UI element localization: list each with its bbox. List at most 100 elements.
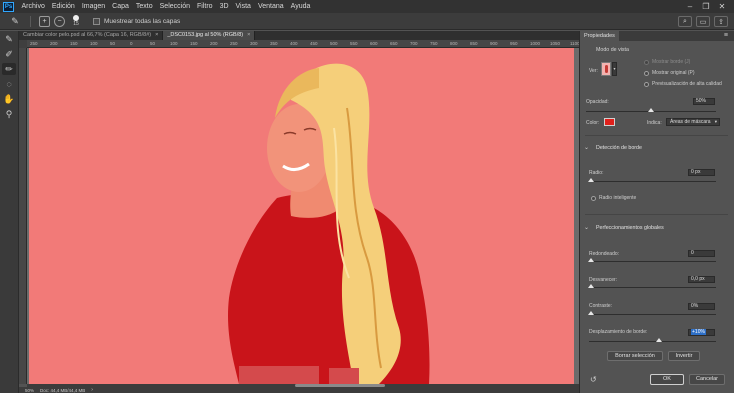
high-quality-preview-checkbox[interactable] (644, 82, 649, 87)
ruler-tick-label: 150 (190, 41, 198, 46)
lasso-icon[interactable]: ◌ (2, 78, 16, 90)
contrast-label: Contraste: (589, 303, 613, 309)
feather-slider-thumb[interactable] (588, 284, 594, 288)
cancel-button[interactable]: Cancelar (689, 374, 725, 385)
edge-detection-heading[interactable]: Detección de borde (596, 145, 642, 151)
smart-radius-checkbox[interactable] (591, 196, 596, 201)
brush-icon[interactable]: ✏ (2, 63, 16, 75)
ruler-tick-label: 400 (290, 41, 298, 46)
quick-selection-brush-icon[interactable]: ✎ (2, 33, 16, 45)
ok-button[interactable]: OK (650, 374, 684, 385)
view-mode-thumbnail[interactable] (601, 62, 611, 76)
shift-edge-slider-thumb[interactable] (656, 338, 662, 342)
shift-edge-input[interactable]: +10% (688, 329, 715, 336)
ruler-tick-label: 350 (270, 41, 278, 46)
opacity-label: Opacidad: (586, 99, 609, 105)
window-controls: – ❐ ✕ (682, 0, 730, 13)
smooth-slider-thumb[interactable] (588, 258, 594, 262)
ruler-tick-label: 1000 (530, 41, 541, 46)
search-icon[interactable]: ⌕ (678, 16, 692, 27)
document-tabs: Cambiar color pelo.psd al 66,7% (Capa 16… (19, 31, 579, 40)
sample-all-layers-checkbox[interactable] (93, 17, 100, 25)
ruler-tick-label: 600 (370, 41, 378, 46)
menu-vista[interactable]: Vista (232, 0, 254, 13)
ruler-tick-label: 800 (450, 41, 458, 46)
canvas-area[interactable] (27, 48, 579, 384)
smooth-label: Redondeado: (589, 251, 620, 257)
menu-texto[interactable]: Texto (132, 0, 156, 13)
menu-3d[interactable]: 3D (216, 0, 232, 13)
feather-slider-track[interactable] (589, 287, 716, 288)
tab-dsc0153[interactable]: _DSC0153.jpg al 50% (RGB/8) × (163, 31, 256, 40)
show-edge-checkbox[interactable] (644, 60, 649, 65)
workspace-icon[interactable]: ▭ (696, 16, 710, 27)
menu-imagen[interactable]: Imagen (78, 0, 108, 13)
divider (585, 214, 728, 215)
close-icon[interactable]: ✕ (714, 2, 730, 11)
view-mode-heading: Modo de vista (596, 47, 629, 53)
feather-input[interactable]: 0,0 px (688, 276, 715, 283)
brush-size-value: 15 (73, 21, 79, 27)
tab-label: Cambiar color pelo.psd al 66,7% (Capa 16… (23, 32, 152, 38)
chevron-down-icon[interactable]: ⌄ (584, 224, 589, 231)
ruler-tick-label: 550 (350, 41, 358, 46)
menu-ventana[interactable]: Ventana (254, 0, 287, 13)
menu-seleccion[interactable]: Selección (156, 0, 193, 13)
menu-capa[interactable]: Capa (109, 0, 133, 13)
minimize-icon[interactable]: – (682, 2, 698, 11)
brush-size-picker[interactable]: 15 (73, 15, 79, 27)
menu-filtro[interactable]: Filtro (194, 0, 217, 13)
ruler-tick-label: 0 (130, 41, 133, 46)
divider (585, 135, 728, 136)
radius-slider-thumb[interactable] (588, 178, 594, 182)
smart-radius-label: Radio inteligente (599, 195, 637, 201)
chevron-down-icon[interactable]: ⌄ (584, 144, 589, 151)
opacity-slider-thumb[interactable] (648, 108, 654, 112)
zoom-icon[interactable]: ⚲ (2, 108, 16, 120)
tab-label: _DSC0153.jpg al 50% (RGB/8) (167, 32, 244, 38)
overlay-color-swatch[interactable] (604, 118, 615, 126)
close-icon[interactable]: × (155, 32, 158, 38)
panel-header: Propiedades ≡ (580, 31, 734, 41)
feather-label: Desvanecer: (589, 277, 618, 283)
ruler-vertical (19, 48, 27, 384)
smooth-input[interactable]: 0 (688, 250, 715, 257)
shift-edge-slider-track[interactable] (589, 341, 716, 342)
radius-slider-track[interactable] (589, 181, 716, 182)
ruler-tick-label: 500 (330, 41, 338, 46)
menu-edicion[interactable]: Edición (48, 0, 78, 13)
share-icon[interactable]: ⇪ (714, 16, 728, 27)
opacity-input[interactable]: 50% (693, 98, 715, 105)
view-mode-dropdown[interactable]: ▾ (612, 62, 617, 76)
indicates-select[interactable]: Áreas de máscara ▾ (666, 118, 720, 126)
subtract-from-selection-icon[interactable]: − (54, 15, 65, 27)
close-icon[interactable]: × (247, 32, 250, 38)
refine-brush-tool-icon[interactable]: ✎ (8, 15, 22, 27)
panel-menu-icon[interactable]: ≡ (724, 32, 728, 39)
show-original-checkbox[interactable] (644, 71, 649, 76)
contrast-slider-thumb[interactable] (588, 311, 594, 315)
clear-selection-button[interactable]: Borrar selección (607, 351, 663, 361)
color-label: Color: (586, 120, 600, 126)
chevron-right-icon[interactable]: › (91, 387, 93, 393)
radius-input[interactable]: 0 px (688, 169, 715, 176)
tab-cambiar-color-pelo[interactable]: Cambiar color pelo.psd al 66,7% (Capa 16… (19, 31, 164, 40)
reset-icon[interactable]: ↺ (590, 375, 597, 384)
restore-icon[interactable]: ❐ (698, 2, 714, 11)
tab-properties[interactable]: Propiedades (580, 31, 619, 41)
shift-edge-label: Desplazamiento de borde: (589, 329, 648, 335)
hand-icon[interactable]: ✋ (2, 93, 16, 105)
menu-ayuda[interactable]: Ayuda (287, 0, 314, 13)
contrast-slider-track[interactable] (589, 314, 716, 315)
menu-archivo[interactable]: Archivo (18, 0, 48, 13)
global-refinements-heading[interactable]: Perfeccionamientos globales (596, 225, 664, 231)
smooth-slider-track[interactable] (589, 261, 716, 262)
photo-preview[interactable] (29, 48, 574, 384)
contrast-input[interactable]: 0% (688, 303, 715, 310)
add-to-selection-icon[interactable]: + (39, 15, 50, 27)
invert-button[interactable]: Invertir (668, 351, 700, 361)
ruler-tick-label: 700 (410, 41, 418, 46)
zoom-level[interactable]: 50% (25, 388, 34, 393)
refine-edge-brush-icon[interactable]: ✐ (2, 48, 16, 60)
ruler-tick-label: 100 (170, 41, 178, 46)
